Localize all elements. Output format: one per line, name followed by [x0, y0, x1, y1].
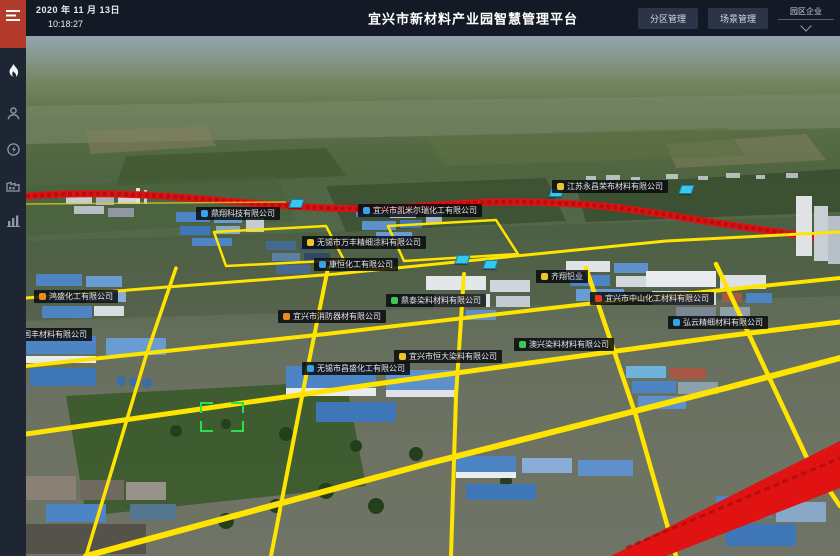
company-icon [307, 365, 314, 372]
park-enterprise-dropdown[interactable]: 园区企业 [778, 6, 834, 30]
company-icon [39, 293, 46, 300]
sidebar-item-factory[interactable] [0, 172, 26, 198]
company-icon [595, 295, 602, 302]
company-name: 康恒化工有限公司 [329, 259, 393, 270]
company-icon [283, 313, 290, 320]
company-name: 鸿盛化工有限公司 [49, 291, 113, 302]
company-marker[interactable]: 鼎泰染料材料有限公司 [386, 294, 486, 307]
sidebar-item-user[interactable] [0, 100, 26, 126]
scene-manage-button[interactable]: 场景管理 [708, 8, 768, 29]
user-icon [7, 107, 20, 120]
datetime: 2020 年 11 月 13日 10:18:27 [36, 4, 120, 30]
sidebar-item-meter[interactable] [0, 136, 26, 162]
company-icon [399, 353, 406, 360]
company-marker[interactable]: 兴市国丰材料有限公司 [26, 328, 92, 341]
chevron-down-icon [800, 20, 811, 31]
dropdown-label: 园区企业 [790, 6, 822, 19]
sidebar-item-fire[interactable] [0, 58, 26, 84]
company-marker[interactable]: 宜兴市凯米尔瑞化工有限公司 [358, 204, 482, 217]
map-viewport[interactable]: 鼎翔科技有限公司 宜兴市凯米尔瑞化工有限公司 无锡市万丰精细涂料有限公司 康恒化… [26, 36, 840, 556]
company-name: 弘云精细材料有限公司 [683, 317, 763, 328]
company-name: 无锡市昌盛化工有限公司 [317, 363, 405, 374]
company-icon [307, 239, 314, 246]
company-icon [363, 207, 370, 214]
company-marker[interactable]: 无锡市昌盛化工有限公司 [302, 362, 410, 375]
company-name: 宜兴市中山化工材料有限公司 [605, 293, 709, 304]
company-marker[interactable]: 康恒化工有限公司 [314, 258, 398, 271]
company-name: 宜兴市凯米尔瑞化工有限公司 [373, 205, 477, 216]
company-name: 鼎泰染料材料有限公司 [401, 295, 481, 306]
company-icon [519, 341, 526, 348]
menu-button[interactable] [0, 0, 26, 48]
factory-icon [6, 179, 20, 192]
selection-bracket [200, 402, 244, 432]
meter-icon [7, 143, 20, 156]
date-label: 2020 年 11 月 13日 [36, 4, 120, 16]
bar-chart-icon [7, 215, 20, 227]
company-marker[interactable]: 齐翔铝业 [536, 270, 588, 283]
company-name: 宜兴市消防器材有限公司 [293, 311, 381, 322]
company-name: 齐翔铝业 [551, 271, 583, 282]
company-icon [557, 183, 564, 190]
company-name: 澳兴染料材料有限公司 [529, 339, 609, 350]
company-name: 鼎翔科技有限公司 [211, 208, 275, 219]
header-actions: 分区管理 场景管理 园区企业 [638, 0, 834, 36]
zone-manage-button[interactable]: 分区管理 [638, 8, 698, 29]
sidebar [0, 0, 26, 556]
company-icon [201, 210, 208, 217]
fire-icon [7, 64, 20, 79]
company-marker[interactable]: 无锡市万丰精细涂料有限公司 [302, 236, 426, 249]
company-icon [541, 273, 548, 280]
menu-icon [6, 10, 20, 22]
company-name: 无锡市万丰精细涂料有限公司 [317, 237, 421, 248]
company-marker[interactable]: 宜兴市中山化工材料有限公司 [590, 292, 714, 305]
company-icon [391, 297, 398, 304]
company-icon [673, 319, 680, 326]
company-marker[interactable]: 弘云精细材料有限公司 [668, 316, 768, 329]
company-name: 兴市国丰材料有限公司 [26, 329, 87, 340]
company-marker[interactable]: 宜兴市恒大染料有限公司 [394, 350, 502, 363]
company-marker[interactable]: 鼎翔科技有限公司 [196, 207, 280, 220]
company-icon [319, 261, 326, 268]
time-label: 10:18:27 [48, 18, 120, 30]
header-bar: 2020 年 11 月 13日 10:18:27 宜兴市新材料产业园智慧管理平台… [26, 0, 840, 36]
company-marker[interactable]: 澳兴染料材料有限公司 [514, 338, 614, 351]
company-marker[interactable]: 江苏永昌荣布材料有限公司 [552, 180, 668, 193]
company-marker[interactable]: 鸿盛化工有限公司 [34, 290, 118, 303]
company-marker[interactable]: 宜兴市消防器材有限公司 [278, 310, 386, 323]
company-name: 宜兴市恒大染料有限公司 [409, 351, 497, 362]
sidebar-item-stats[interactable] [0, 208, 26, 234]
page-title: 宜兴市新材料产业园智慧管理平台 [368, 9, 578, 28]
company-name: 江苏永昌荣布材料有限公司 [567, 181, 663, 192]
